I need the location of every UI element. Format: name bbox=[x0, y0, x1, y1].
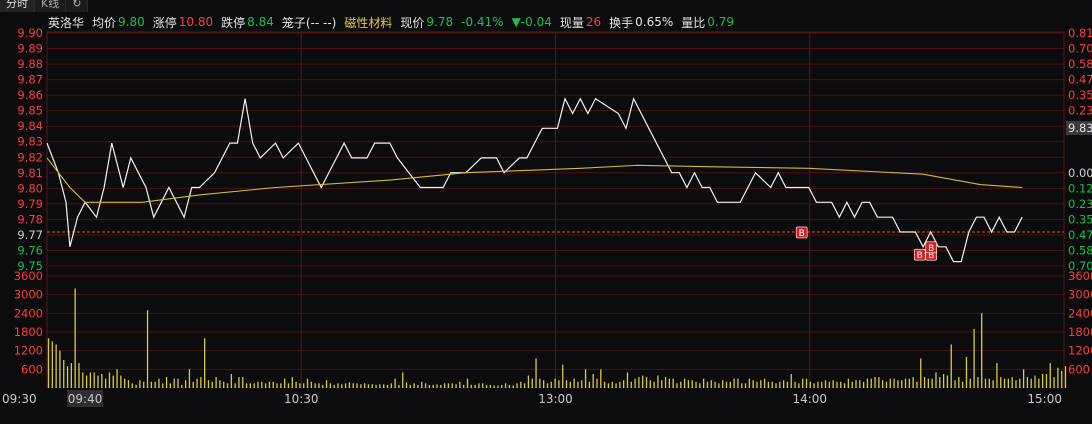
pct-tick-label: 0.35 bbox=[1068, 88, 1092, 102]
volume-tick-label-right: 3600 bbox=[1068, 269, 1092, 283]
price-tick-label: 9.76 bbox=[17, 243, 43, 257]
time-tick-label: 09:30 bbox=[2, 392, 37, 406]
price-tick-label: 9.79 bbox=[17, 197, 43, 211]
average-price-line bbox=[46, 157, 1023, 203]
price-tick-label: 9.85 bbox=[17, 104, 43, 118]
current-price-tag-text: 9.83 bbox=[1068, 121, 1092, 135]
pct-tick-label: 0.47 bbox=[1068, 228, 1092, 242]
volume-tick-label: 3000 bbox=[14, 288, 43, 302]
pct-tick-label: 0.70 bbox=[1068, 42, 1092, 56]
price-tick-label: 9.90 bbox=[17, 26, 43, 40]
price-tick-label: 9.82 bbox=[17, 150, 43, 164]
volume-tick-label-right: 1800 bbox=[1068, 325, 1092, 339]
volume-tick-label-right: 1200 bbox=[1068, 344, 1092, 358]
price-tick-label: 9.81 bbox=[17, 166, 43, 180]
pct-tick-label: 0.58 bbox=[1068, 57, 1092, 71]
buy-marker-label: B bbox=[917, 251, 923, 261]
pct-tick-label: 0.23 bbox=[1068, 197, 1092, 211]
price-tick-label: 9.77 bbox=[17, 228, 43, 242]
price-tick-label: 9.89 bbox=[17, 42, 43, 56]
price-tick-label: 9.88 bbox=[17, 57, 43, 71]
volume-tick-label-right: 2400 bbox=[1068, 306, 1092, 320]
pct-tick-label: 0.35 bbox=[1068, 212, 1092, 226]
volume-tick-label: 3600 bbox=[14, 269, 43, 283]
price-tick-label: 9.87 bbox=[17, 73, 43, 87]
volume-tick-label-right: 600 bbox=[1068, 362, 1090, 376]
price-tick-label: 9.80 bbox=[17, 181, 43, 195]
volume-tick-label-right: 3000 bbox=[1068, 288, 1092, 302]
pct-tick-label: 0.23 bbox=[1068, 104, 1092, 118]
time-tick-label: 14:00 bbox=[792, 392, 827, 406]
pct-tick-label: 0.00 bbox=[1068, 166, 1092, 180]
volume-tick-label: 1800 bbox=[14, 325, 43, 339]
time-tick-label: 09:40 bbox=[68, 392, 103, 406]
pct-tick-label: 0.12 bbox=[1068, 181, 1092, 195]
time-tick-label: 15:00 bbox=[1027, 392, 1062, 406]
timeshare-chart[interactable]: 9.909.899.889.879.869.859.849.839.829.81… bbox=[0, 0, 1092, 424]
pct-tick-label: 0.47 bbox=[1068, 73, 1092, 87]
price-tick-label: 9.84 bbox=[17, 119, 43, 133]
volume-tick-label: 1200 bbox=[14, 344, 43, 358]
price-line bbox=[46, 97, 1023, 263]
volume-tick-label: 2400 bbox=[14, 306, 43, 320]
price-tick-label: 9.78 bbox=[17, 212, 43, 226]
pct-tick-label: 0.58 bbox=[1068, 243, 1092, 257]
volume-tick-label: 600 bbox=[21, 362, 43, 376]
time-tick-label: 10:30 bbox=[284, 392, 319, 406]
price-tick-label: 9.86 bbox=[17, 88, 43, 102]
buy-marker-label: B bbox=[928, 244, 934, 254]
time-tick-label: 13:00 bbox=[538, 392, 573, 406]
pct-tick-label: 0.81 bbox=[1068, 26, 1092, 40]
price-tick-label: 9.83 bbox=[17, 135, 43, 149]
buy-marker-label: B bbox=[799, 229, 805, 239]
